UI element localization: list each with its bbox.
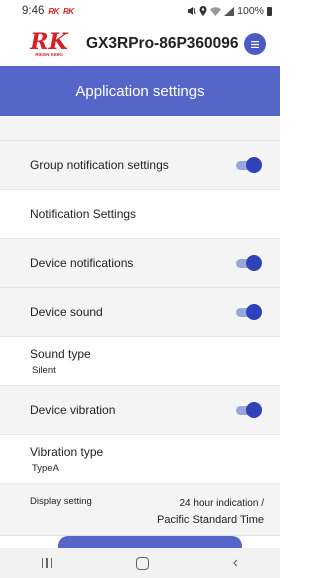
location-icon <box>199 6 207 16</box>
status-time: 9:46 <box>22 5 45 17</box>
device-name: GX3RPro-86P360096 <box>86 35 239 52</box>
sound-type-value: Silent <box>32 364 56 376</box>
recents-icon[interactable] <box>41 558 53 568</box>
display-setting-value: 24 hour indication / Pacific Standard Ti… <box>157 496 264 535</box>
app-header: RK RIKEN KEIKI GX3RPro-86P360096 <box>0 22 280 66</box>
menu-icon <box>251 40 259 48</box>
wifi-icon <box>210 6 222 16</box>
device-vibration-toggle[interactable] <box>236 402 262 418</box>
vibration-type-label: Vibration type <box>30 444 104 459</box>
notification-settings-label: Notification Settings <box>30 207 137 221</box>
device-sound-row[interactable]: Device sound <box>0 288 280 337</box>
vibration-type-value: TypeA <box>32 462 59 474</box>
page-title-bar: Application settings <box>0 66 280 116</box>
group-notification-label: Group notification settings <box>30 158 169 172</box>
menu-button[interactable] <box>244 33 266 55</box>
device-notifications-toggle[interactable] <box>236 255 262 271</box>
status-right: 100% <box>187 5 272 17</box>
rk-notification-icon-2: RK <box>62 6 74 16</box>
device-sound-label: Device sound <box>30 305 103 319</box>
rk-notification-icon: RK <box>48 6 59 16</box>
section-spacer <box>0 116 280 141</box>
device-vibration-row[interactable]: Device vibration <box>0 386 280 435</box>
back-icon[interactable]: ‹ <box>233 555 238 571</box>
notification-settings-header: Notification Settings <box>0 190 280 239</box>
logo-subtext: RIKEN KEIKI <box>35 51 63 57</box>
vibration-type-row[interactable]: Vibration type TypeA <box>0 435 280 484</box>
display-setting-row[interactable]: Display setting 24 hour indication / Pac… <box>0 484 280 536</box>
status-bar: 9:46 RK RK 100% <box>0 0 280 22</box>
sound-type-row[interactable]: Sound type Silent <box>0 337 280 386</box>
device-notifications-row[interactable]: Device notifications <box>0 239 280 288</box>
display-setting-value-line2: Pacific Standard Time <box>157 514 264 526</box>
display-setting-label: Display setting <box>30 496 92 507</box>
sound-type-label: Sound type <box>30 346 91 361</box>
android-nav-bar: ‹ <box>0 548 280 578</box>
device-notifications-label: Device notifications <box>30 256 134 270</box>
display-setting-value-line1: 24 hour indication / <box>179 498 264 509</box>
device-vibration-label: Device vibration <box>30 403 116 417</box>
battery-percent: 100% <box>237 5 264 17</box>
page-title: Application settings <box>75 82 205 100</box>
status-left: 9:46 RK RK <box>22 5 74 17</box>
group-notification-toggle[interactable] <box>236 157 262 173</box>
logo-mark: RK <box>30 28 68 55</box>
riken-keiki-logo: RK RIKEN KEIKI <box>30 29 67 59</box>
mute-icon <box>188 7 196 15</box>
group-notification-row[interactable]: Group notification settings <box>0 141 280 190</box>
device-sound-toggle[interactable] <box>236 304 262 320</box>
signal-icon <box>224 6 235 16</box>
battery-icon <box>267 6 272 16</box>
home-icon[interactable] <box>136 556 150 570</box>
